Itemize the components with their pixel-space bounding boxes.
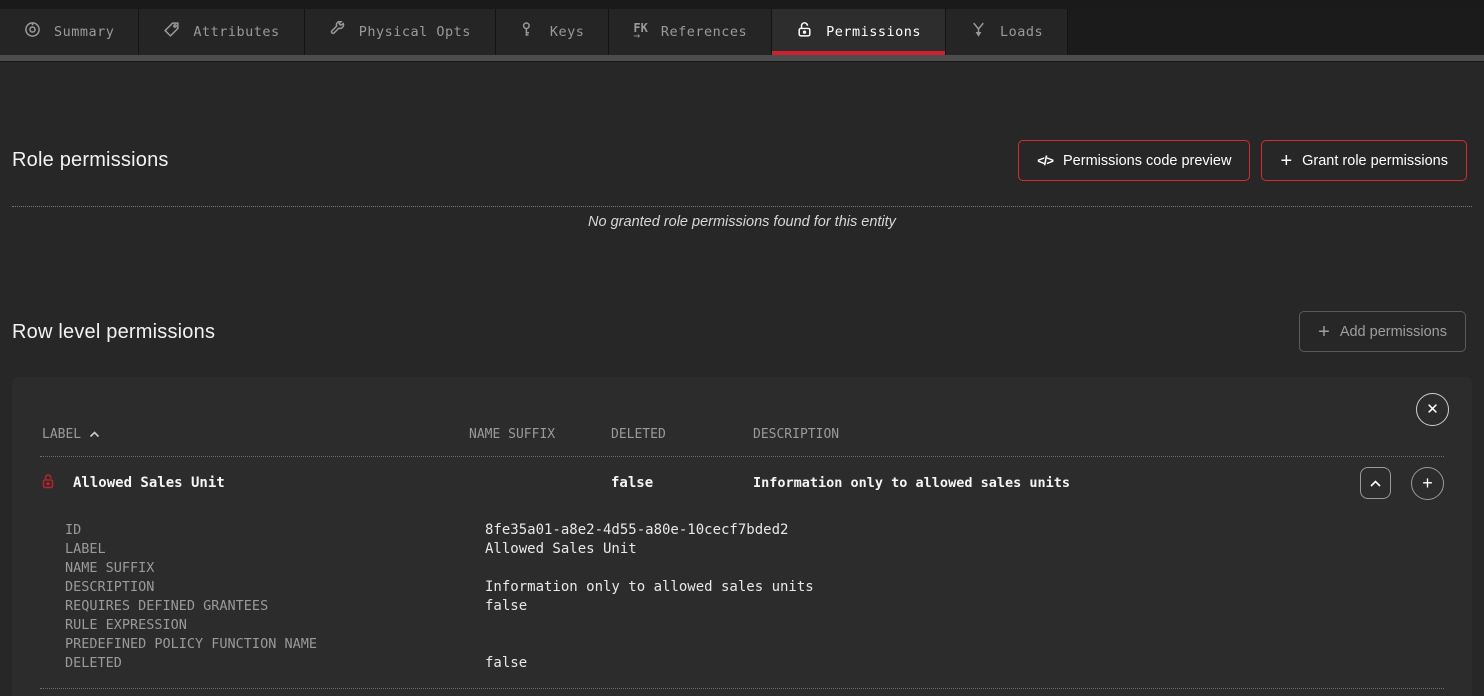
detail-key: DESCRIPTION (65, 578, 485, 597)
button-label: Grant role permissions (1302, 153, 1448, 169)
tab-attributes[interactable]: Attributes (139, 9, 304, 55)
tab-label: Summary (54, 24, 114, 40)
detail-row-predefined-policy-function-name: PREDEFINED POLICY FUNCTION NAME (65, 635, 1444, 654)
detail-value (485, 635, 1444, 654)
detail-row-rule-expression: RULE EXPRESSION (65, 616, 1444, 635)
detail-row-name-suffix: NAME SUFFIX (65, 559, 1444, 578)
collapse-row-button[interactable] (1360, 467, 1391, 499)
sort-ascending-icon (89, 427, 100, 442)
tab-label: Physical Opts (359, 24, 471, 40)
detail-value (485, 616, 1444, 635)
plus-icon: + (1318, 322, 1330, 342)
detail-value: Information only to allowed sales units (485, 578, 1444, 597)
detail-row-requires-defined-grantees: REQUIRES DEFINED GRANTEES false (65, 597, 1444, 616)
grant-role-permissions-button[interactable]: + Grant role permissions (1261, 140, 1467, 181)
close-icon: ✕ (1426, 402, 1439, 417)
chevron-up-icon (1369, 476, 1382, 491)
role-permissions-title: Role permissions (12, 149, 169, 172)
lock-icon (796, 21, 813, 43)
tag-icon (163, 21, 180, 43)
row-deleted: false (611, 475, 753, 491)
detail-key: PREDEFINED POLICY FUNCTION NAME (65, 635, 485, 654)
row-details: ID 8fe35a01-a8e2-4d55-a80e-10cecf7bded2 … (65, 521, 1444, 673)
target-icon (24, 21, 41, 43)
tab-label: Attributes (193, 24, 279, 40)
close-button[interactable]: ✕ (1416, 393, 1449, 426)
table-header-divider (40, 456, 1444, 457)
code-icon: </> (1037, 153, 1053, 168)
key-icon (520, 21, 537, 43)
detail-key: DELETED (65, 654, 485, 673)
merge-icon (970, 21, 987, 43)
row-label: Allowed Sales Unit (73, 475, 225, 491)
tab-summary[interactable]: Summary (0, 9, 139, 55)
role-permissions-actions: </> Permissions code preview + Grant rol… (1018, 140, 1467, 181)
entity-tab-bar: Summary Attributes Physical Opts Keys FK… (0, 9, 1484, 55)
column-header-deleted[interactable]: DELETED (611, 427, 753, 442)
tab-keys[interactable]: Keys (496, 9, 610, 55)
permissions-code-preview-button[interactable]: </> Permissions code preview (1018, 140, 1250, 181)
column-header-name-suffix[interactable]: NAME SUFFIX (469, 427, 611, 442)
detail-row-deleted: DELETED false (65, 654, 1444, 673)
row-description: Information only to allowed sales units (753, 476, 1079, 490)
horizontal-scrollbar[interactable] (0, 55, 1484, 62)
column-header-description[interactable]: DESCRIPTION (753, 427, 1085, 442)
detail-key: NAME SUFFIX (65, 559, 485, 578)
detail-key: LABEL (65, 540, 485, 559)
detail-key: RULE EXPRESSION (65, 616, 485, 635)
plus-icon: + (1422, 474, 1433, 492)
add-permissions-button[interactable]: + Add permissions (1299, 311, 1466, 352)
tab-label: Permissions (826, 24, 921, 40)
row-add-button[interactable]: + (1411, 467, 1444, 500)
table-row[interactable]: Allowed Sales Unit false Information onl… (12, 461, 1472, 505)
detail-value (485, 559, 1444, 578)
tab-physical-opts[interactable]: Physical Opts (305, 9, 496, 55)
tab-label: References (661, 24, 747, 40)
column-header-text: LABEL (42, 427, 81, 442)
button-label: Permissions code preview (1063, 153, 1231, 169)
tab-permissions[interactable]: Permissions (772, 9, 946, 55)
plus-icon: + (1280, 151, 1292, 171)
row-lock-icon (40, 473, 56, 494)
tab-label: Keys (550, 24, 585, 40)
wrench-icon (329, 21, 346, 43)
detail-row-description: DESCRIPTION Information only to allowed … (65, 578, 1444, 597)
permissions-table-header: LABEL NAME SUFFIX DELETED DESCRIPTION (12, 427, 1472, 442)
detail-value: false (485, 597, 1444, 616)
detail-value: false (485, 654, 1444, 673)
detail-key: ID (65, 521, 485, 540)
detail-value: Allowed Sales Unit (485, 540, 1444, 559)
detail-value: 8fe35a01-a8e2-4d55-a80e-10cecf7bded2 (485, 521, 1444, 540)
row-level-permissions-title: Row level permissions (12, 321, 215, 344)
tab-label: Loads (1000, 24, 1043, 40)
tab-references[interactable]: FK→ References (609, 9, 772, 55)
fk-icon: FK→ (633, 23, 647, 41)
section-divider (12, 206, 1472, 207)
detail-row-id: ID 8fe35a01-a8e2-4d55-a80e-10cecf7bded2 (65, 521, 1444, 540)
column-header-label[interactable]: LABEL (28, 427, 469, 442)
tab-loads[interactable]: Loads (946, 9, 1068, 55)
detail-row-label: LABEL Allowed Sales Unit (65, 540, 1444, 559)
row-bottom-divider (40, 688, 1444, 689)
button-label: Add permissions (1340, 324, 1447, 340)
empty-role-permissions-message: No granted role permissions found for th… (0, 214, 1484, 230)
top-strip (0, 0, 1484, 9)
row-level-permissions-card: ✕ LABEL NAME SUFFIX DELETED DESCRIPTION … (12, 377, 1472, 696)
detail-key: REQUIRES DEFINED GRANTEES (65, 597, 485, 616)
column-header-actions (1085, 427, 1444, 442)
